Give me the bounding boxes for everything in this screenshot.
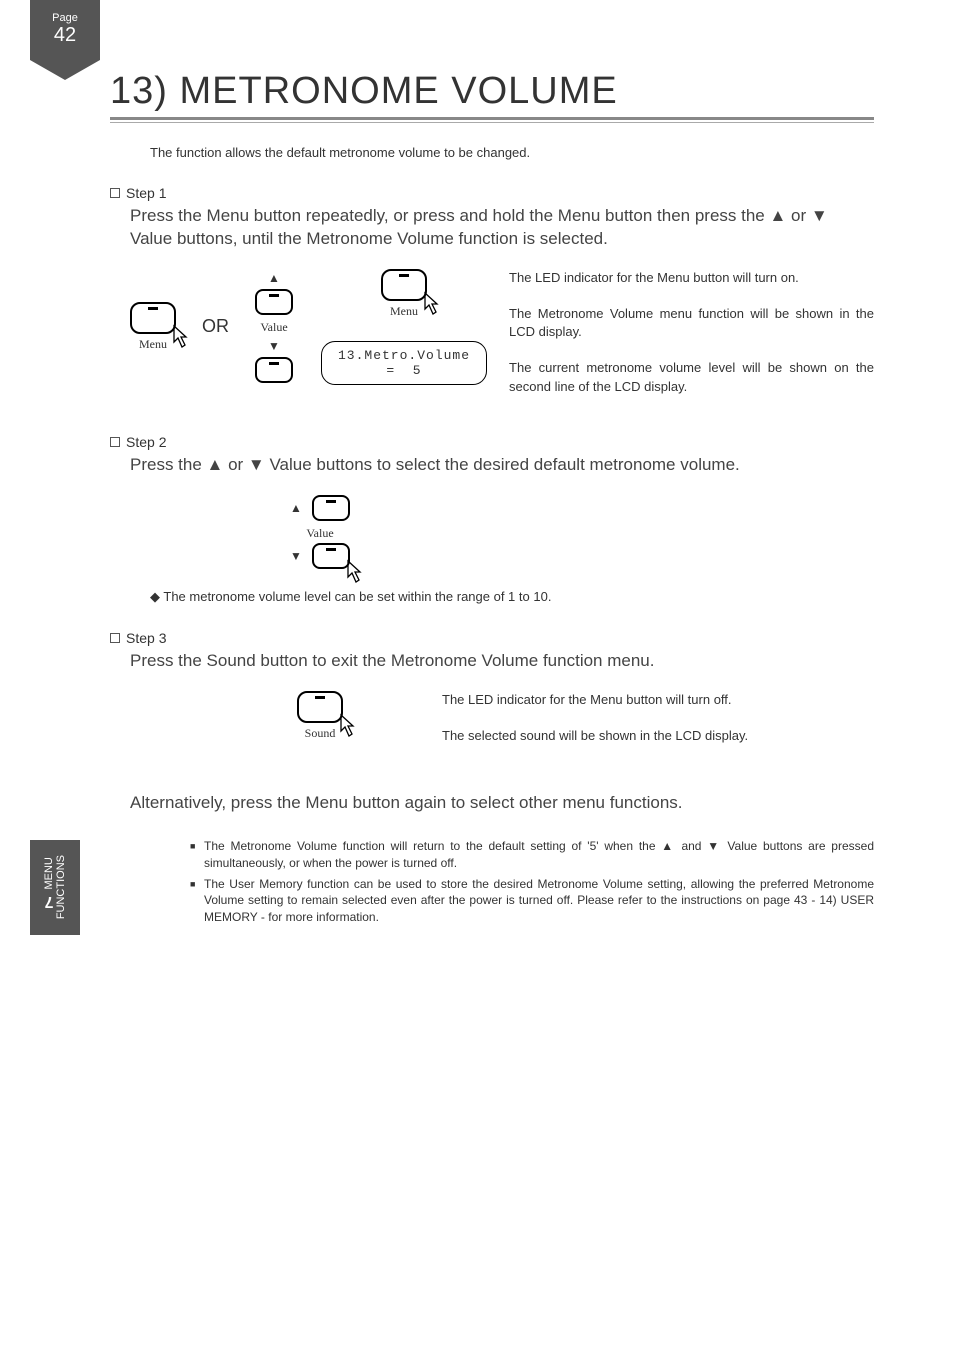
down-arrow-icon: ▼: [268, 339, 280, 353]
or-label: OR: [202, 316, 229, 337]
step3-note2: The selected sound will be shown in the …: [442, 727, 874, 745]
page-title: 13) METRONOME VOLUME: [110, 70, 874, 120]
sidebar-number: 7: [44, 893, 53, 911]
page-number: 42: [30, 24, 100, 47]
value-label-2: Value: [306, 526, 333, 541]
menu-label-2: Menu: [390, 304, 418, 319]
step3-diagram: Sound The LED indicator for the Menu but…: [130, 691, 874, 763]
step1-diagram: Menu OR ▲ Value ▼ Menu 13.: [130, 269, 874, 414]
step2-desc: Press the ▲ or ▼ Value buttons to select…: [130, 454, 874, 477]
step3-desc: Press the Sound button to exit the Metro…: [130, 650, 874, 673]
pointer-icon: [338, 557, 368, 587]
lcd-display: 13.Metro.Volume = 5: [321, 341, 487, 385]
pointer-icon: [331, 711, 361, 741]
step1-note2: The Metronome Volume menu function will …: [509, 305, 874, 341]
sound-button-diagram: Sound: [220, 691, 420, 741]
down-arrow-icon: ▼: [290, 549, 302, 563]
step3-note1: The LED indicator for the Menu button wi…: [442, 691, 874, 709]
title-underline: [110, 122, 874, 123]
step1-note1: The LED indicator for the Menu button wi…: [509, 269, 874, 287]
menu-button-diagram-2: Menu 13.Metro.Volume = 5: [321, 269, 487, 385]
sidebar-line1: MENU: [43, 858, 55, 890]
box-bullet-icon: [110, 188, 120, 198]
alternative-desc: Alternatively, press the Menu button aga…: [130, 793, 874, 813]
page-tab: Page 42: [30, 0, 100, 60]
step3-heading: Step 3: [110, 630, 874, 646]
box-bullet-icon: [110, 633, 120, 643]
value-buttons-diagram-2: ▲ Value ▼: [220, 495, 420, 569]
step2-heading: Step 2: [110, 434, 874, 450]
value-label: Value: [260, 320, 287, 335]
up-arrow-icon: ▲: [290, 501, 302, 515]
box-bullet-icon: [110, 437, 120, 447]
value-buttons-diagram: ▲ Value ▼: [255, 269, 293, 383]
menu-button-diagram: Menu: [130, 302, 176, 352]
footnote-2: The User Memory function can be used to …: [190, 876, 874, 926]
step2-diagram: ▲ Value ▼: [130, 495, 874, 569]
step2-note: ◆ The metronome volume level can be set …: [150, 589, 874, 605]
step1-note3: The current metronome volume level will …: [509, 359, 874, 395]
up-arrow-icon: ▲: [268, 271, 280, 285]
step1-desc: Press the Menu button repeatedly, or pre…: [130, 205, 874, 251]
page-label: Page: [52, 12, 78, 24]
sidebar-line2: FUNCTIONS: [55, 855, 67, 919]
footnote-1: The Metronome Volume function will retur…: [190, 838, 874, 872]
menu-label: Menu: [139, 337, 167, 352]
step1-heading: Step 1: [110, 185, 874, 201]
sidebar-section: 7 MENU FUNCTIONS: [30, 840, 80, 935]
footnotes: The Metronome Volume function will retur…: [190, 838, 874, 926]
pointer-icon: [415, 289, 445, 319]
pointer-icon: [164, 322, 194, 352]
intro-text: The function allows the default metronom…: [150, 145, 874, 160]
